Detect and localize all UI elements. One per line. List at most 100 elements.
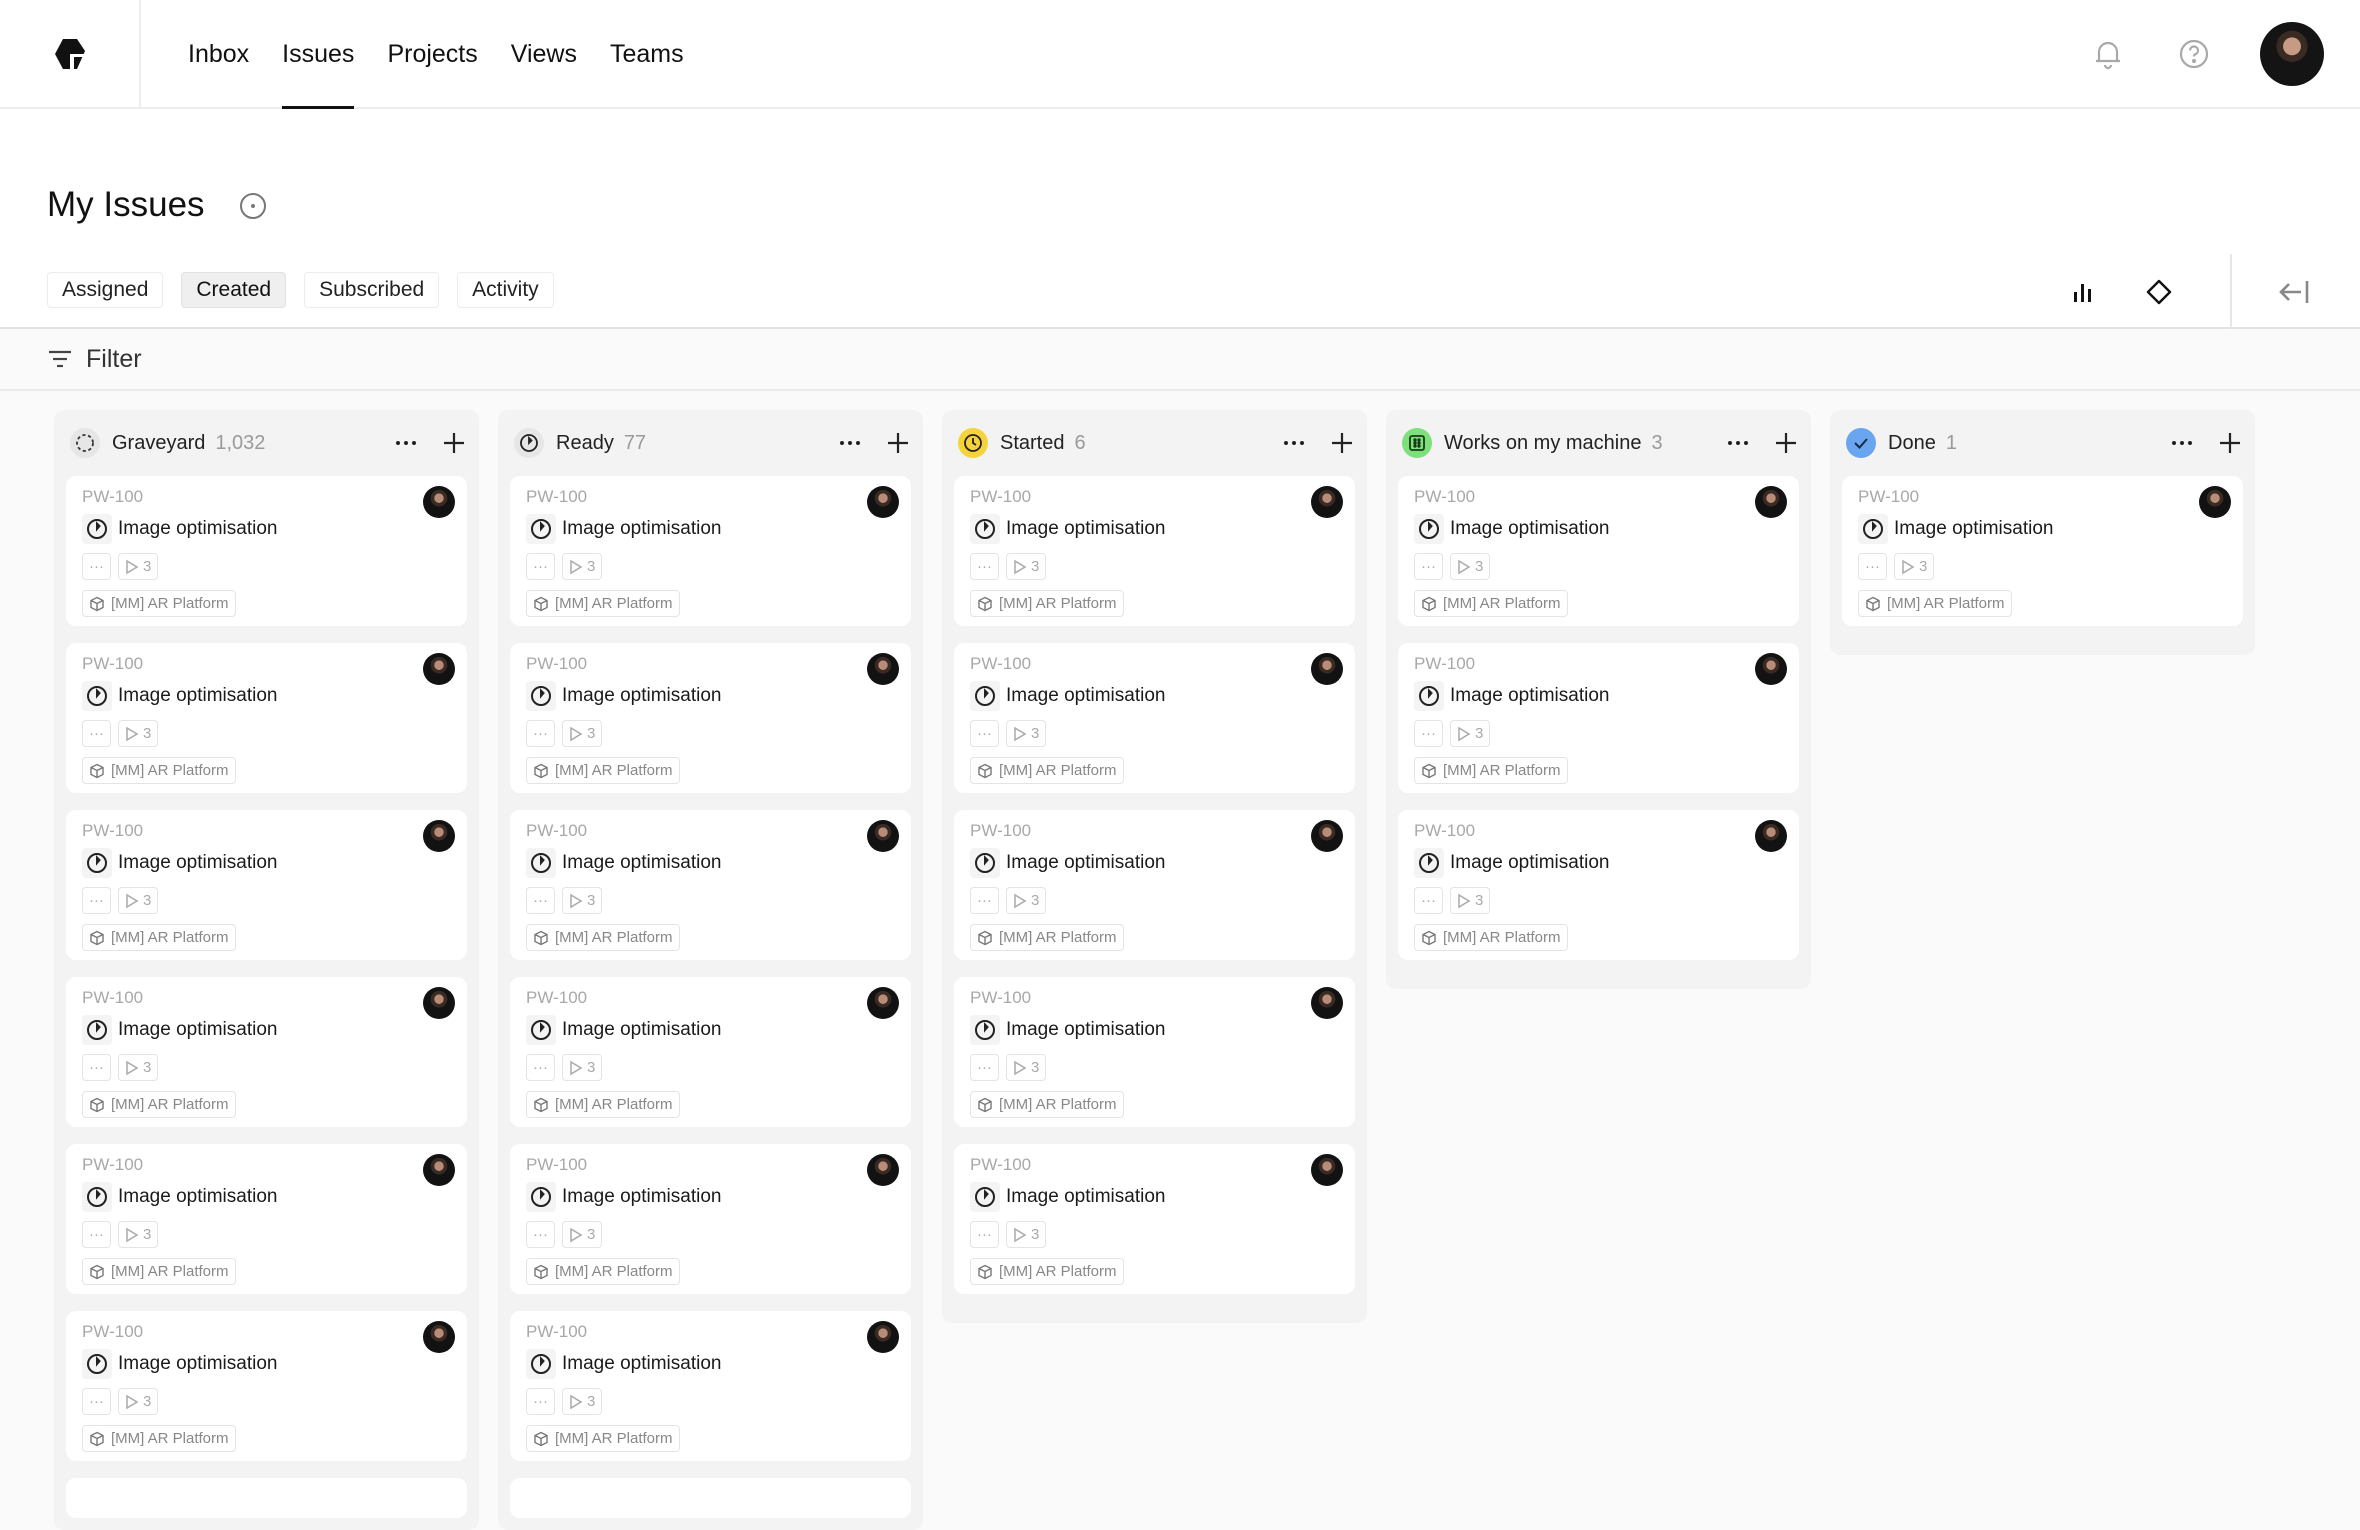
nav-link-teams[interactable]: Teams xyxy=(610,0,684,108)
more-chip[interactable]: ··· xyxy=(970,720,999,747)
more-chip[interactable]: ··· xyxy=(970,1221,999,1248)
issue-card[interactable]: PW-100 Image optimisation ··· 3 [MM] AR … xyxy=(510,1311,911,1461)
assignee-avatar[interactable] xyxy=(423,653,455,685)
sub-issues-chip[interactable]: 3 xyxy=(1006,1054,1047,1081)
sub-issues-chip[interactable]: 3 xyxy=(118,1221,159,1248)
project-chip[interactable]: [MM] AR Platform xyxy=(82,590,236,617)
project-chip[interactable]: [MM] AR Platform xyxy=(526,590,680,617)
clock-icon[interactable] xyxy=(526,1349,556,1379)
clock-icon[interactable] xyxy=(970,681,1000,711)
project-chip[interactable]: [MM] AR Platform xyxy=(1858,590,2012,617)
sub-issues-chip[interactable]: 3 xyxy=(562,887,603,914)
more-chip[interactable]: ··· xyxy=(82,1388,111,1415)
add-icon[interactable] xyxy=(1773,430,1799,456)
clock-icon[interactable] xyxy=(82,681,112,711)
user-avatar[interactable] xyxy=(2260,22,2324,86)
more-chip[interactable]: ··· xyxy=(82,887,111,914)
tab-created[interactable]: Created xyxy=(181,272,287,308)
issue-card[interactable]: PW-100 Image optimisation ··· 3 [MM] AR … xyxy=(1398,476,1799,626)
sub-issues-chip[interactable]: 3 xyxy=(118,553,159,580)
clock-icon[interactable] xyxy=(82,1349,112,1379)
project-chip[interactable]: [MM] AR Platform xyxy=(970,757,1124,784)
issue-card[interactable]: PW-100 Image optimisation ··· 3 [MM] AR … xyxy=(954,977,1355,1127)
sub-issues-chip[interactable]: 3 xyxy=(1450,553,1491,580)
target-icon[interactable] xyxy=(238,191,268,226)
issue-card[interactable]: PW-100 Image optimisation ··· 3 [MM] AR … xyxy=(1398,810,1799,960)
more-chip[interactable]: ··· xyxy=(1858,553,1887,580)
more-chip[interactable]: ··· xyxy=(526,1388,555,1415)
more-chip[interactable]: ··· xyxy=(526,887,555,914)
more-chip[interactable]: ··· xyxy=(82,553,111,580)
clock-icon[interactable] xyxy=(526,514,556,544)
more-chip[interactable]: ··· xyxy=(526,720,555,747)
assignee-avatar[interactable] xyxy=(867,1154,899,1186)
issue-card[interactable]: PW-100 Image optimisation ··· 3 [MM] AR … xyxy=(510,977,911,1127)
clock-icon[interactable] xyxy=(82,514,112,544)
more-chip[interactable]: ··· xyxy=(970,553,999,580)
more-chip[interactable]: ··· xyxy=(82,1054,111,1081)
assignee-avatar[interactable] xyxy=(423,486,455,518)
collapse-panel-button[interactable] xyxy=(2270,267,2320,317)
assignee-avatar[interactable] xyxy=(423,820,455,852)
assignee-avatar[interactable] xyxy=(1311,486,1343,518)
assignee-avatar[interactable] xyxy=(867,486,899,518)
tab-activity[interactable]: Activity xyxy=(457,272,554,308)
sub-issues-chip[interactable]: 3 xyxy=(118,1388,159,1415)
project-chip[interactable]: [MM] AR Platform xyxy=(1414,590,1568,617)
issue-card[interactable] xyxy=(510,1478,911,1518)
sub-issues-chip[interactable]: 3 xyxy=(562,553,603,580)
sub-issues-chip[interactable]: 3 xyxy=(1006,887,1047,914)
add-icon[interactable] xyxy=(1329,430,1355,456)
project-chip[interactable]: [MM] AR Platform xyxy=(82,757,236,784)
issue-card[interactable]: PW-100 Image optimisation ··· 3 [MM] AR … xyxy=(954,1144,1355,1294)
assignee-avatar[interactable] xyxy=(423,987,455,1019)
assignee-avatar[interactable] xyxy=(1311,820,1343,852)
issue-card[interactable]: PW-100 Image optimisation ··· 3 [MM] AR … xyxy=(66,476,467,626)
issue-card[interactable]: PW-100 Image optimisation ··· 3 [MM] AR … xyxy=(66,1311,467,1461)
assignee-avatar[interactable] xyxy=(867,820,899,852)
clock-icon[interactable] xyxy=(1858,514,1888,544)
assignee-avatar[interactable] xyxy=(1311,653,1343,685)
project-chip[interactable]: [MM] AR Platform xyxy=(526,924,680,951)
more-icon[interactable] xyxy=(837,430,863,456)
filter-button[interactable]: Filter xyxy=(48,345,142,374)
issue-card[interactable]: PW-100 Image optimisation ··· 3 [MM] AR … xyxy=(954,643,1355,793)
diamond-button[interactable] xyxy=(2134,267,2184,317)
sub-issues-chip[interactable]: 3 xyxy=(1450,720,1491,747)
assignee-avatar[interactable] xyxy=(1755,653,1787,685)
issue-card[interactable]: PW-100 Image optimisation ··· 3 [MM] AR … xyxy=(66,977,467,1127)
issue-card[interactable]: PW-100 Image optimisation ··· 3 [MM] AR … xyxy=(66,1144,467,1294)
sub-issues-chip[interactable]: 3 xyxy=(562,1221,603,1248)
sub-issues-chip[interactable]: 3 xyxy=(1006,553,1047,580)
more-icon[interactable] xyxy=(1725,430,1751,456)
assignee-avatar[interactable] xyxy=(1311,987,1343,1019)
sub-issues-chip[interactable]: 3 xyxy=(562,1388,603,1415)
bell-icon[interactable] xyxy=(2088,34,2128,74)
issue-card[interactable]: PW-100 Image optimisation ··· 3 [MM] AR … xyxy=(510,643,911,793)
issue-card[interactable] xyxy=(66,1478,467,1518)
tab-subscribed[interactable]: Subscribed xyxy=(304,272,440,308)
clock-icon[interactable] xyxy=(526,681,556,711)
issue-card[interactable]: PW-100 Image optimisation ··· 3 [MM] AR … xyxy=(1842,476,2243,626)
clock-icon[interactable] xyxy=(526,1182,556,1212)
clock-icon[interactable] xyxy=(82,1182,112,1212)
project-chip[interactable]: [MM] AR Platform xyxy=(970,1258,1124,1285)
assignee-avatar[interactable] xyxy=(867,987,899,1019)
clock-icon[interactable] xyxy=(1414,681,1444,711)
clock-icon[interactable] xyxy=(970,514,1000,544)
more-chip[interactable]: ··· xyxy=(1414,887,1443,914)
nav-link-issues[interactable]: Issues xyxy=(282,0,355,109)
chart-view-button[interactable] xyxy=(2058,267,2108,317)
assignee-avatar[interactable] xyxy=(423,1321,455,1353)
more-icon[interactable] xyxy=(2169,430,2195,456)
sub-issues-chip[interactable]: 3 xyxy=(118,887,159,914)
nav-link-views[interactable]: Views xyxy=(511,0,577,108)
project-chip[interactable]: [MM] AR Platform xyxy=(82,924,236,951)
assignee-avatar[interactable] xyxy=(867,653,899,685)
assignee-avatar[interactable] xyxy=(2199,486,2231,518)
project-chip[interactable]: [MM] AR Platform xyxy=(82,1258,236,1285)
more-chip[interactable]: ··· xyxy=(526,553,555,580)
clock-icon[interactable] xyxy=(1414,848,1444,878)
more-chip[interactable]: ··· xyxy=(82,720,111,747)
project-chip[interactable]: [MM] AR Platform xyxy=(82,1425,236,1452)
